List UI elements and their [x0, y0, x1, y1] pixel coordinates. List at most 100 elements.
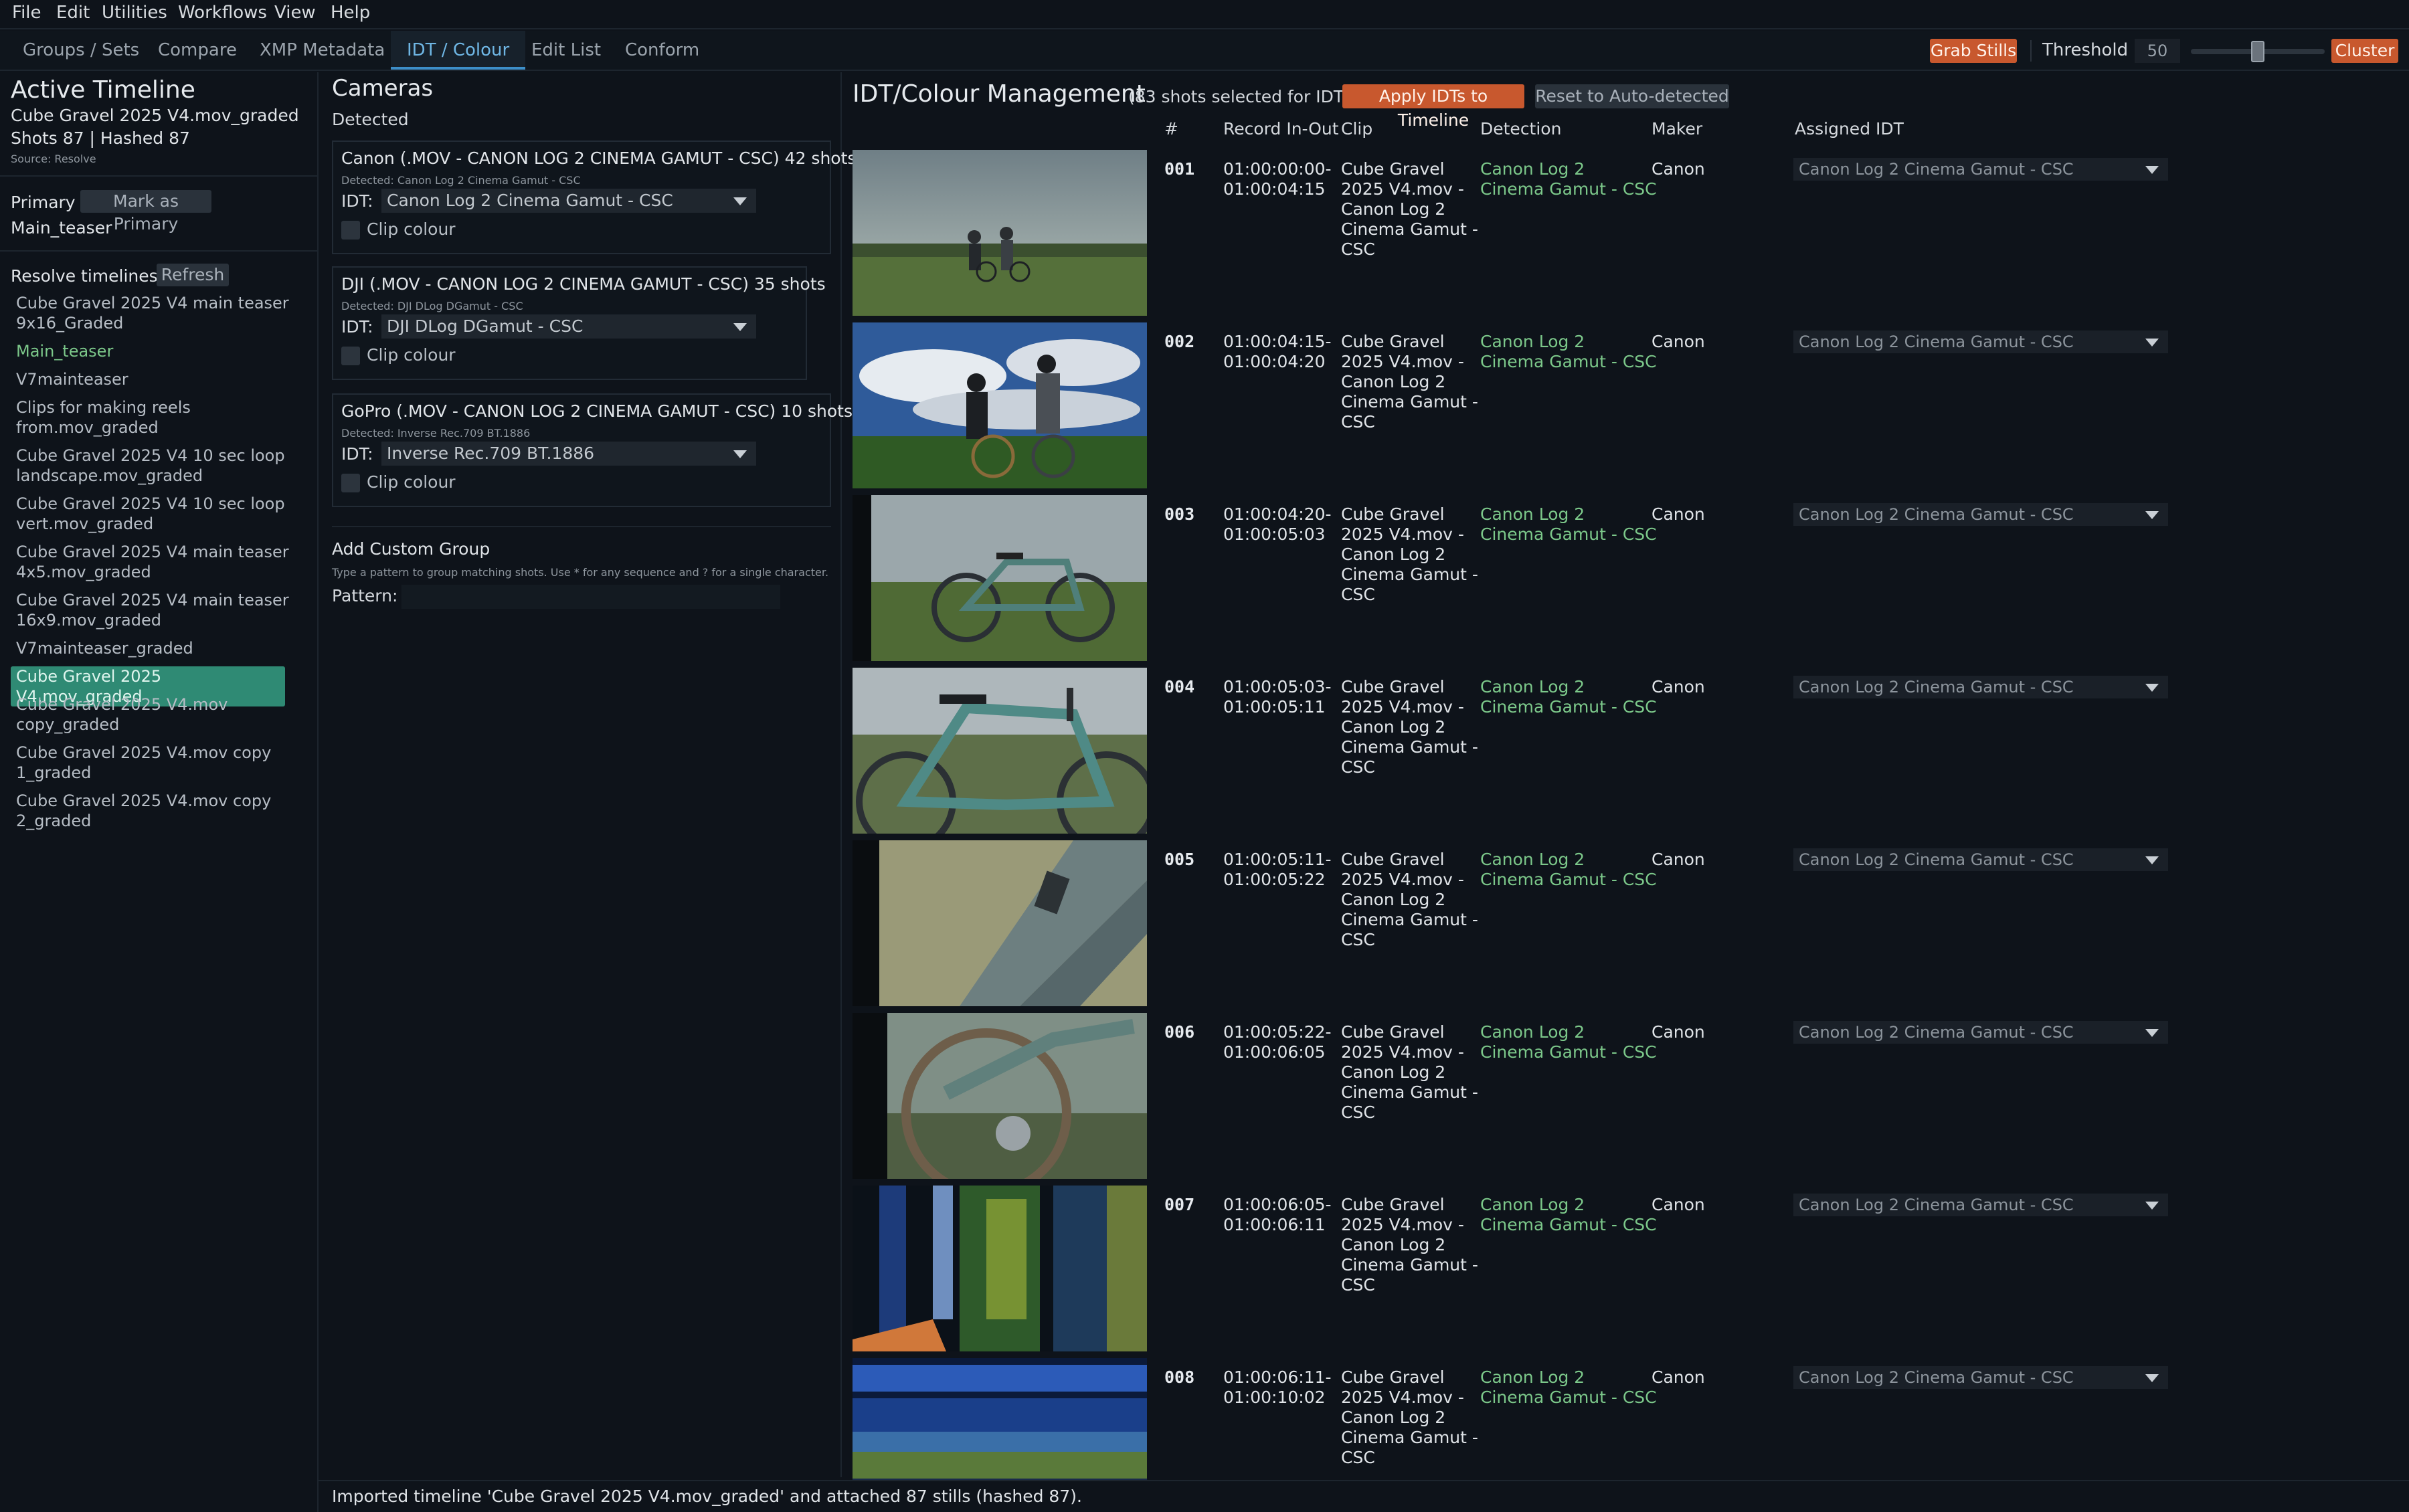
timeline-item[interactable]: Cube Gravel 2025 V4.mov copy 2_graded: [16, 791, 290, 831]
table-row[interactable]: 001 01:00:00:00- 01:00:04:15 Cube Gravel 20…: [853, 150, 2409, 322]
tab-idt-colour[interactable]: IDT / Colour: [391, 31, 526, 70]
timeline-item[interactable]: Cube Gravel 2025 V4 10 sec loop landscap…: [16, 446, 290, 486]
camera-group-title: GoPro (.MOV - CANON LOG 2 CINEMA GAMUT -…: [341, 401, 853, 421]
timeline-item[interactable]: Cube Gravel 2025 V4 main teaser 4x5.mov_…: [16, 542, 290, 582]
idt-select[interactable]: Canon Log 2 Cinema Gamut - CSC: [381, 189, 756, 213]
threshold-slider-handle[interactable]: [2251, 41, 2264, 62]
clip-name: Cube Gravel 2025 V4.mov - Canon Log 2 Ci…: [1341, 159, 1478, 259]
divider: [332, 526, 831, 527]
assigned-idt-select[interactable]: Canon Log 2 Cinema Gamut - CSC: [1793, 158, 2168, 181]
clip-colour-checkbox[interactable]: [341, 474, 360, 492]
record-in-out: 01:00:04:20- 01:00:05:03: [1223, 504, 1332, 545]
tab-compare[interactable]: Compare: [142, 31, 253, 70]
table-row[interactable]: 002 01:00:04:15- 01:00:04:20 Cube Gravel 20…: [853, 322, 2409, 495]
idt-select-value: Canon Log 2 Cinema Gamut - CSC: [387, 191, 673, 210]
cameras-title: Cameras: [332, 75, 434, 102]
chevron-down-icon: [2145, 856, 2159, 864]
record-in-out: 01:00:06:11- 01:00:10:02: [1223, 1367, 1332, 1408]
cluster-button[interactable]: Cluster: [2331, 39, 2398, 63]
detection-value: Canon Log 2 Cinema Gamut - CSC: [1480, 1367, 1657, 1407]
timeline-item[interactable]: Cube Gravel 2025 V4.mov copy 1_graded: [16, 743, 290, 783]
threshold-value-field[interactable]: 50: [2135, 39, 2180, 63]
table-row[interactable]: 007 01:00:06:05- 01:00:06:11 Cube Gravel 20…: [853, 1186, 2409, 1358]
record-in: 01:00:04:15-: [1223, 332, 1332, 351]
shot-thumbnail[interactable]: [853, 668, 1147, 834]
menu-edit[interactable]: Edit: [56, 3, 90, 23]
tab-bar: Groups / Sets Compare XMP Metadata IDT /…: [0, 31, 2409, 71]
shot-thumbnail[interactable]: [853, 1013, 1147, 1179]
timeline-item[interactable]: Cube Gravel 2025 V4.mov copy_graded: [16, 694, 290, 735]
menu-view[interactable]: View: [274, 3, 316, 23]
tab-groups-sets[interactable]: Groups / Sets: [7, 31, 155, 70]
status-text: Imported timeline 'Cube Gravel 2025 V4.m…: [332, 1487, 1082, 1506]
chevron-down-icon: [733, 197, 747, 205]
clip-name: Cube Gravel 2025 V4.mov - Canon Log 2 Ci…: [1341, 1195, 1478, 1295]
idt-select[interactable]: Inverse Rec.709 BT.1886: [381, 442, 756, 466]
assigned-idt-select[interactable]: Canon Log 2 Cinema Gamut - CSC: [1793, 1194, 2168, 1216]
timeline-item[interactable]: Cube Gravel 2025 V4 10 sec loop vert.mov…: [16, 494, 290, 534]
col-header-clip[interactable]: Clip: [1341, 119, 1372, 138]
resolve-timelines-label: Resolve timelines: [11, 266, 158, 286]
tab-xmp-metadata[interactable]: XMP Metadata: [244, 31, 401, 70]
active-timeline-name: Cube Gravel 2025 V4.mov_graded: [11, 106, 299, 125]
timeline-item[interactable]: V7mainteaser: [16, 369, 290, 389]
timeline-item[interactable]: V7mainteaser_graded: [16, 638, 290, 658]
threshold-slider[interactable]: [2191, 41, 2325, 62]
tab-edit-list[interactable]: Edit List: [515, 31, 617, 70]
shot-thumbnail[interactable]: [853, 840, 1147, 1006]
table-row[interactable]: 006 01:00:05:22- 01:00:06:05 Cube Gravel 20…: [853, 1013, 2409, 1186]
shot-thumbnail[interactable]: [853, 495, 1147, 661]
left-panel: Active Timeline Cube Gravel 2025 V4.mov_…: [0, 72, 319, 1512]
detected-label: Detected: [332, 110, 409, 129]
idt-select[interactable]: DJI DLog DGamut - CSC: [381, 314, 756, 339]
refresh-button[interactable]: Refresh: [157, 264, 229, 286]
shot-thumbnail[interactable]: [853, 1186, 1147, 1351]
menu-file[interactable]: File: [12, 3, 41, 23]
timeline-item[interactable]: Cube Gravel 2025 V4 main teaser 9x16_Gra…: [16, 293, 290, 333]
timeline-item[interactable]: Clips for making reels from.mov_graded: [16, 397, 290, 438]
col-header-maker[interactable]: Maker: [1652, 119, 1702, 138]
col-header-record[interactable]: Record In-Out: [1223, 119, 1339, 138]
primary-label: Primary: [11, 193, 76, 212]
assigned-idt-select[interactable]: Canon Log 2 Cinema Gamut - CSC: [1793, 330, 2168, 353]
table-row[interactable]: 004 01:00:05:03- 01:00:05:11 Cube Gravel 20…: [853, 668, 2409, 840]
maker-value: Canon: [1652, 159, 1705, 179]
shot-thumbnail[interactable]: [853, 150, 1147, 316]
chevron-down-icon: [2145, 1202, 2159, 1210]
menu-workflows[interactable]: Workflows: [178, 3, 267, 23]
timeline-item[interactable]: Cube Gravel 2025 V4 main teaser 16x9.mov…: [16, 590, 290, 630]
camera-group-detected: Detected: Canon Log 2 Cinema Gamut - CSC: [341, 174, 581, 187]
col-header-detection[interactable]: Detection: [1480, 119, 1561, 138]
timeline-item[interactable]: Main_teaser: [16, 341, 290, 361]
menu-help[interactable]: Help: [331, 3, 370, 23]
table-row[interactable]: 005 01:00:05:11- 01:00:05:22 Cube Gravel 20…: [853, 840, 2409, 1013]
menu-utilities[interactable]: Utilities: [102, 3, 167, 23]
assigned-idt-select[interactable]: Canon Log 2 Cinema Gamut - CSC: [1793, 1366, 2168, 1389]
record-out: 01:00:10:02: [1223, 1388, 1326, 1407]
shot-thumbnail[interactable]: [853, 322, 1147, 488]
col-header-assigned-idt[interactable]: Assigned IDT: [1795, 119, 1904, 138]
assigned-idt-value: Canon Log 2 Cinema Gamut - CSC: [1799, 1196, 2074, 1214]
tab-conform[interactable]: Conform: [609, 31, 715, 70]
assigned-idt-select[interactable]: Canon Log 2 Cinema Gamut - CSC: [1793, 503, 2168, 526]
pattern-input[interactable]: [402, 585, 780, 609]
clip-colour-checkbox[interactable]: [341, 347, 360, 365]
assigned-idt-value: Canon Log 2 Cinema Gamut - CSC: [1799, 1023, 2074, 1042]
record-in-out: 01:00:00:00- 01:00:04:15: [1223, 159, 1332, 199]
col-header-num[interactable]: #: [1164, 119, 1178, 138]
camera-group-detected: Detected: DJI DLog DGamut - CSC: [341, 300, 523, 312]
assigned-idt-select[interactable]: Canon Log 2 Cinema Gamut - CSC: [1793, 848, 2168, 871]
table-row[interactable]: 003 01:00:04:20- 01:00:05:03 Cube Gravel 20…: [853, 495, 2409, 668]
reset-auto-detected-button[interactable]: Reset to Auto-detected: [1535, 84, 1729, 108]
chevron-down-icon: [2145, 1374, 2159, 1382]
assigned-idt-select[interactable]: Canon Log 2 Cinema Gamut - CSC: [1793, 1021, 2168, 1044]
shot-number: 001: [1164, 159, 1195, 179]
apply-idts-button[interactable]: Apply IDTs to Timeline: [1342, 84, 1524, 130]
mark-as-primary-button[interactable]: Mark as Primary: [80, 190, 211, 233]
grab-stills-button[interactable]: Grab Stills: [1930, 39, 2017, 63]
clip-colour-checkbox[interactable]: [341, 221, 360, 240]
assigned-idt-value: Canon Log 2 Cinema Gamut - CSC: [1799, 505, 2074, 524]
assigned-idt-select[interactable]: Canon Log 2 Cinema Gamut - CSC: [1793, 676, 2168, 698]
clip-name: Cube Gravel 2025 V4.mov - Canon Log 2 Ci…: [1341, 1022, 1478, 1122]
shots-selected-info: (83 shots selected for IDT): [1128, 87, 1350, 106]
